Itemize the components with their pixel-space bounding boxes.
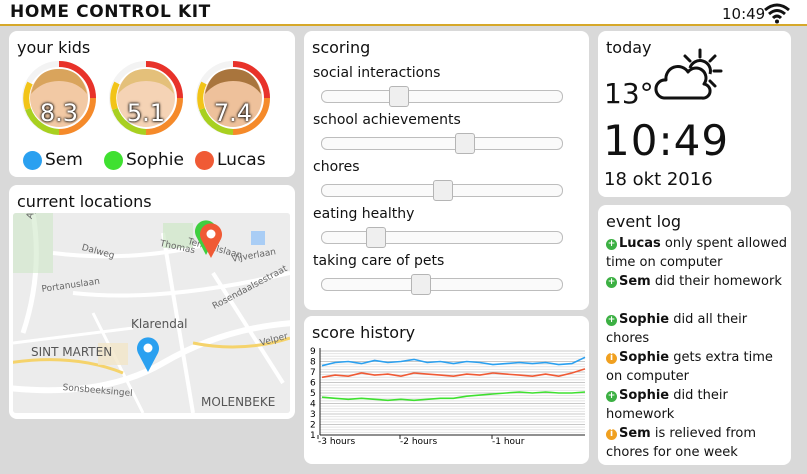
event-person: Sophie bbox=[619, 350, 670, 365]
slider-thumb[interactable] bbox=[433, 180, 453, 201]
event-person: Lucas bbox=[619, 236, 661, 251]
app-title: HOME CONTROL KIT bbox=[10, 2, 211, 22]
y-tick-label: 9 bbox=[310, 347, 316, 357]
kids-title: your kids bbox=[17, 38, 91, 57]
kid-name: Lucas bbox=[217, 150, 266, 170]
score-slider[interactable] bbox=[321, 133, 563, 154]
y-tick-label: 6 bbox=[310, 379, 316, 389]
event-item: i Sem is relieved from chores for one wee… bbox=[606, 424, 791, 462]
y-tick-label: 8 bbox=[310, 358, 316, 368]
x-tick-label: -1 hour bbox=[492, 437, 525, 447]
y-tick-label: 1 bbox=[310, 431, 316, 441]
event-log-card[interactable]: event log + Lucas only spent allowed time… bbox=[598, 205, 791, 465]
wifi-icon bbox=[764, 3, 790, 24]
slider-thumb[interactable] bbox=[366, 227, 386, 248]
kid-score-sem: 8.3 bbox=[39, 99, 79, 127]
slider-label: chores bbox=[313, 159, 360, 175]
map-label: Klarendal bbox=[131, 317, 188, 331]
y-tick-label: 7 bbox=[310, 368, 316, 378]
series-line bbox=[321, 368, 586, 379]
event-item: + Sophie did their homework bbox=[606, 386, 791, 424]
plus-icon: + bbox=[606, 277, 617, 288]
x-tick-label: -3 hours bbox=[318, 437, 355, 447]
status-clock: 10:49 bbox=[722, 5, 766, 23]
event-item: + Lucas only spent allowed time on comput… bbox=[606, 234, 791, 272]
event-person: Sem bbox=[619, 274, 651, 289]
x-tick-label: -2 hours bbox=[400, 437, 437, 447]
event-person: Sem bbox=[619, 464, 651, 465]
kid-color-dot bbox=[23, 151, 42, 170]
kid-color-dot bbox=[195, 151, 214, 170]
temperature: 13° bbox=[604, 77, 654, 110]
slider-label: eating healthy bbox=[313, 206, 415, 222]
map-label: SINT MARTEN bbox=[31, 345, 113, 359]
history-card: score history 9 8 7 6 5 4 3 2 1 -3 hours -2 hours -… bbox=[304, 316, 589, 464]
y-tick-label: 5 bbox=[310, 389, 316, 399]
today-card: today 13° 10:49 18 okt 2016 bbox=[598, 31, 791, 197]
event-item: +Sem played quietly bbox=[606, 462, 791, 465]
map-roads bbox=[13, 213, 290, 413]
map-label: MOLENBEKE bbox=[201, 395, 276, 409]
event-text: did their homework bbox=[650, 274, 782, 289]
event-person: Sophie bbox=[619, 388, 670, 403]
event-item: i Sophie gets extra time on computer bbox=[606, 348, 791, 386]
today-title: today bbox=[606, 38, 652, 57]
partly-cloudy-icon bbox=[654, 48, 723, 100]
plus-icon: + bbox=[606, 391, 617, 402]
kid-color-dot bbox=[104, 151, 123, 170]
pin-sem[interactable] bbox=[135, 335, 161, 373]
event-item: + Sem did their homework bbox=[606, 272, 791, 291]
event-person: Sem bbox=[619, 426, 651, 441]
score-slider[interactable] bbox=[321, 227, 563, 248]
info-icon: i bbox=[606, 429, 617, 440]
kid-name: Sophie bbox=[126, 150, 184, 170]
event-item: + Sophie did all their chores bbox=[606, 310, 791, 348]
kid-score-lucas: 7.4 bbox=[213, 99, 253, 127]
slider-label: school achievements bbox=[313, 112, 461, 128]
info-icon: i bbox=[606, 353, 617, 364]
locations-card: current locations ApeldoornsewDalwegThom… bbox=[9, 185, 295, 419]
event-person: Sophie bbox=[619, 312, 670, 327]
event-text: played quietly bbox=[651, 464, 747, 465]
y-tick-label: 4 bbox=[310, 400, 316, 410]
slider-thumb[interactable] bbox=[389, 86, 409, 107]
score-slider[interactable] bbox=[321, 180, 563, 201]
plus-icon: + bbox=[606, 239, 617, 250]
slider-thumb[interactable] bbox=[411, 274, 431, 295]
scoring-title: scoring bbox=[312, 38, 371, 57]
event-log-title: event log bbox=[606, 212, 682, 231]
date: 18 okt 2016 bbox=[604, 169, 713, 190]
history-chart: 987654321-3 hours -2 hours -1 hour bbox=[310, 347, 586, 447]
location-map[interactable]: ApeldoornsewDalwegThomasTempelslaanVijve… bbox=[13, 213, 290, 413]
score-slider[interactable] bbox=[321, 86, 563, 107]
slider-label: social interactions bbox=[313, 65, 441, 81]
top-bar: HOME CONTROL KIT 10:49 bbox=[0, 0, 807, 26]
kid-score-sophie: 5.1 bbox=[126, 99, 166, 127]
scoring-card: scoring social interactions school achiev… bbox=[304, 31, 589, 310]
y-tick-label: 3 bbox=[310, 410, 316, 420]
y-tick-label: 2 bbox=[310, 421, 316, 431]
locations-title: current locations bbox=[17, 192, 152, 211]
score-slider[interactable] bbox=[321, 274, 563, 295]
big-clock: 10:49 bbox=[603, 116, 730, 165]
kid-name: Sem bbox=[45, 150, 83, 170]
slider-thumb[interactable] bbox=[455, 133, 475, 154]
pin-lucas[interactable] bbox=[198, 221, 224, 259]
slider-label: taking care of pets bbox=[313, 253, 445, 269]
plus-icon: + bbox=[606, 315, 617, 326]
kids-card: your kids 8.3 Sem 5.1 Sophie 7.4 Lucas bbox=[9, 31, 295, 177]
